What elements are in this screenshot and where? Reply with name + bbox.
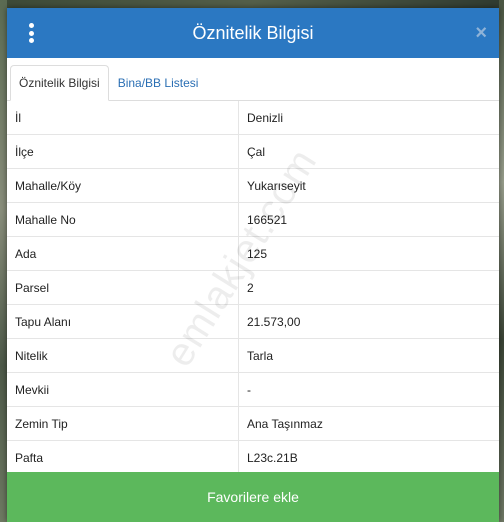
row-value: Yukarıseyit	[238, 168, 499, 203]
table-row: Zemin Tip Ana Taşınmaz	[7, 406, 499, 441]
vertical-dots-menu-icon[interactable]	[21, 23, 41, 43]
row-label: Zemin Tip	[7, 406, 239, 441]
row-value: 166521	[238, 202, 499, 237]
menu-dot	[28, 38, 34, 43]
table-row: Ada 125	[7, 236, 499, 271]
attribute-table: İl Denizli İlçe Çal Mahalle/Köy Yukarıse…	[7, 101, 499, 474]
row-value: 2	[238, 270, 499, 305]
tab-building-list[interactable]: Bina/BB Listesi	[109, 65, 208, 101]
dialog-title: Öznitelik Bilgisi	[192, 22, 314, 43]
row-value: Çal	[238, 134, 499, 169]
row-label: Mahalle/Köy	[7, 168, 239, 203]
row-value: 21.573,00	[238, 304, 499, 339]
row-label: Nitelik	[7, 338, 239, 373]
add-favorite-button[interactable]: Favorilere ekle	[7, 472, 499, 522]
table-row: Parsel 2	[7, 270, 499, 305]
menu-dot	[28, 30, 34, 36]
table-row: Nitelik Tarla	[7, 338, 499, 373]
row-label: İl	[7, 101, 239, 135]
table-row: Mevkii -	[7, 372, 499, 407]
tab-bar: Öznitelik Bilgisi Bina/BB Listesi	[7, 58, 499, 101]
table-row: Mahalle/Köy Yukarıseyit	[7, 168, 499, 203]
row-value: Denizli	[238, 101, 499, 135]
row-label: Mahalle No	[7, 202, 239, 237]
close-icon[interactable]: ×	[475, 22, 487, 44]
map-edge-right	[499, 0, 504, 522]
row-label: Mevkii	[7, 372, 239, 407]
row-label: Pafta	[7, 440, 239, 474]
row-label: İlçe	[7, 134, 239, 169]
row-value: Ana Taşınmaz	[238, 406, 499, 441]
table-row: Tapu Alanı 21.573,00	[7, 304, 499, 339]
row-label: Tapu Alanı	[7, 304, 239, 339]
row-value: -	[238, 372, 499, 407]
map-edge-left	[0, 0, 7, 522]
tab-attribute-info[interactable]: Öznitelik Bilgisi	[10, 65, 109, 101]
attribute-table-container: İl Denizli İlçe Çal Mahalle/Köy Yukarıse…	[7, 101, 499, 474]
row-value: 125	[238, 236, 499, 271]
row-value: Tarla	[238, 338, 499, 373]
table-row: Mahalle No 166521	[7, 202, 499, 237]
row-value: L23c.21B	[238, 440, 499, 474]
row-label: Parsel	[7, 270, 239, 305]
dialog-header: Öznitelik Bilgisi ×	[7, 8, 499, 58]
attribute-info-dialog: Öznitelik Bilgisi × Öznitelik Bilgisi Bi…	[7, 8, 499, 522]
table-row: Pafta L23c.21B	[7, 440, 499, 474]
table-row: İlçe Çal	[7, 134, 499, 169]
row-label: Ada	[7, 236, 239, 271]
menu-dot	[28, 23, 34, 28]
table-row: İl Denizli	[7, 101, 499, 135]
